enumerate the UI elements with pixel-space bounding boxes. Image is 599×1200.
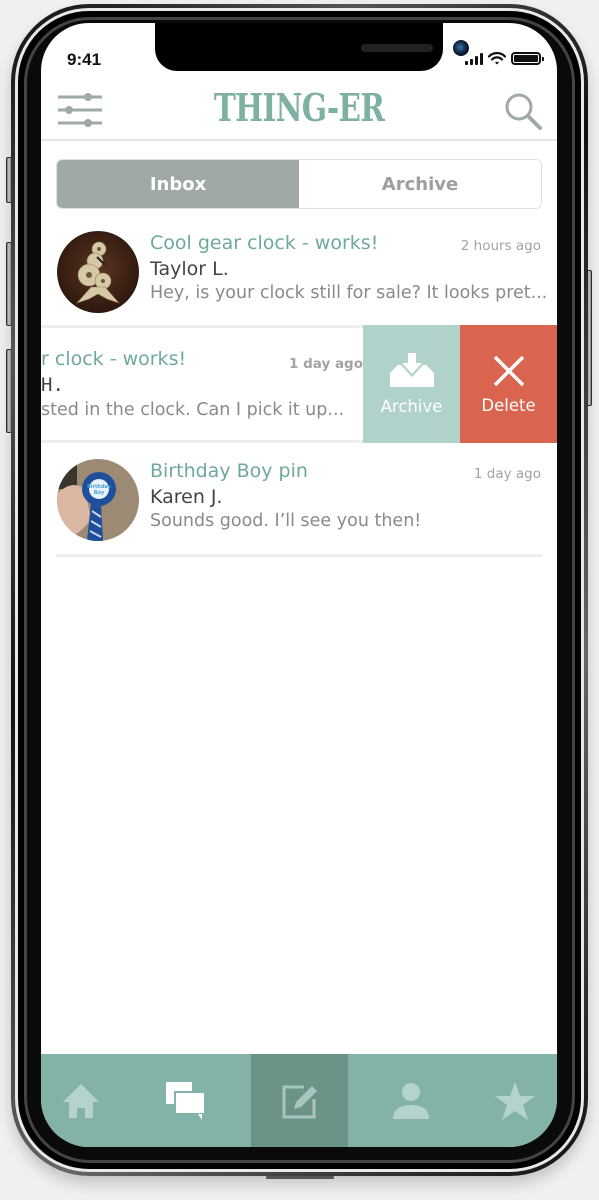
tab-compose[interactable] — [251, 1054, 348, 1147]
avatar-birthday-pin: Birthday Boy — [57, 459, 139, 541]
message-preview: Hey, is your clock still for sale? It lo… — [150, 283, 548, 303]
message-list-item-swiped[interactable]: r clock - works! 1 day ago H. sted in th… — [41, 325, 557, 443]
app-header: THING-ER — [41, 81, 557, 141]
birthday-ribbon-photo: Birthday Boy — [57, 459, 139, 541]
message-preview: Sounds good. I’ll see you then! — [150, 511, 422, 531]
tab-home[interactable] — [41, 1054, 121, 1147]
filter-button[interactable] — [57, 91, 103, 129]
close-x-icon — [493, 355, 524, 387]
archive-action-button[interactable]: Archive — [363, 325, 460, 443]
tab-archive[interactable]: Archive — [299, 160, 541, 208]
message-time: 1 day ago — [473, 466, 541, 482]
battery-full-icon — [511, 52, 544, 65]
tab-profile[interactable] — [348, 1054, 473, 1147]
signal-bars-icon — [465, 52, 483, 65]
message-sender: Taylor L. — [150, 258, 229, 280]
search-icon — [505, 93, 542, 130]
inbox-archive-segmented-control: Inbox Archive — [56, 159, 542, 209]
home-indicator-notch — [266, 1176, 334, 1179]
message-preview: sted in the clock. Can I pick it up... — [41, 400, 345, 420]
home-icon — [63, 1083, 99, 1118]
message-subject: Cool gear clock - works! — [150, 232, 379, 254]
message-time: 1 day ago — [289, 356, 363, 372]
status-time: 9:41 — [67, 50, 102, 69]
svg-text:Boy: Boy — [94, 490, 105, 496]
tab-favorites[interactable] — [473, 1054, 557, 1147]
filter-sliders-icon — [58, 93, 102, 127]
bottom-tab-bar — [41, 1054, 557, 1147]
message-subject: r clock - works! — [41, 348, 187, 370]
list-divider — [56, 554, 542, 557]
message-list-item[interactable]: Birthday Boy Birthday Boy pin 1 day ago … — [41, 451, 557, 557]
archive-tray-icon — [389, 353, 434, 387]
person-icon — [392, 1082, 429, 1119]
gear-clock-photo — [57, 231, 139, 313]
search-button[interactable] — [503, 91, 543, 131]
tab-messages[interactable] — [121, 1054, 251, 1147]
status-icons — [465, 52, 544, 65]
app-logo: THING-ER — [213, 85, 385, 130]
chat-bubbles-icon — [166, 1081, 206, 1120]
wifi-icon — [488, 52, 506, 65]
avatar-gear-clock — [57, 231, 139, 313]
swiped-message-content[interactable]: r clock - works! 1 day ago H. sted in th… — [41, 325, 363, 443]
compose-edit-icon — [282, 1085, 317, 1118]
message-sender: H. — [41, 374, 64, 396]
phone-mockup: 9:41 THING-ER Inbox Archive Cool gear cl… — [0, 0, 599, 1200]
delete-action-button[interactable]: Delete — [460, 325, 557, 443]
speaker-grille — [361, 44, 433, 52]
delete-action-label: Delete — [481, 396, 536, 415]
message-subject: Birthday Boy pin — [150, 460, 308, 482]
notch — [155, 23, 469, 71]
message-sender: Karen J. — [150, 486, 223, 508]
archive-action-label: Archive — [380, 397, 443, 416]
star-icon — [495, 1081, 535, 1120]
tab-inbox[interactable]: Inbox — [57, 160, 299, 208]
message-time: 2 hours ago — [460, 238, 541, 254]
screen: 9:41 THING-ER Inbox Archive Cool gear cl… — [41, 23, 557, 1147]
message-list-item[interactable]: Cool gear clock - works! 2 hours ago Tay… — [41, 223, 557, 327]
